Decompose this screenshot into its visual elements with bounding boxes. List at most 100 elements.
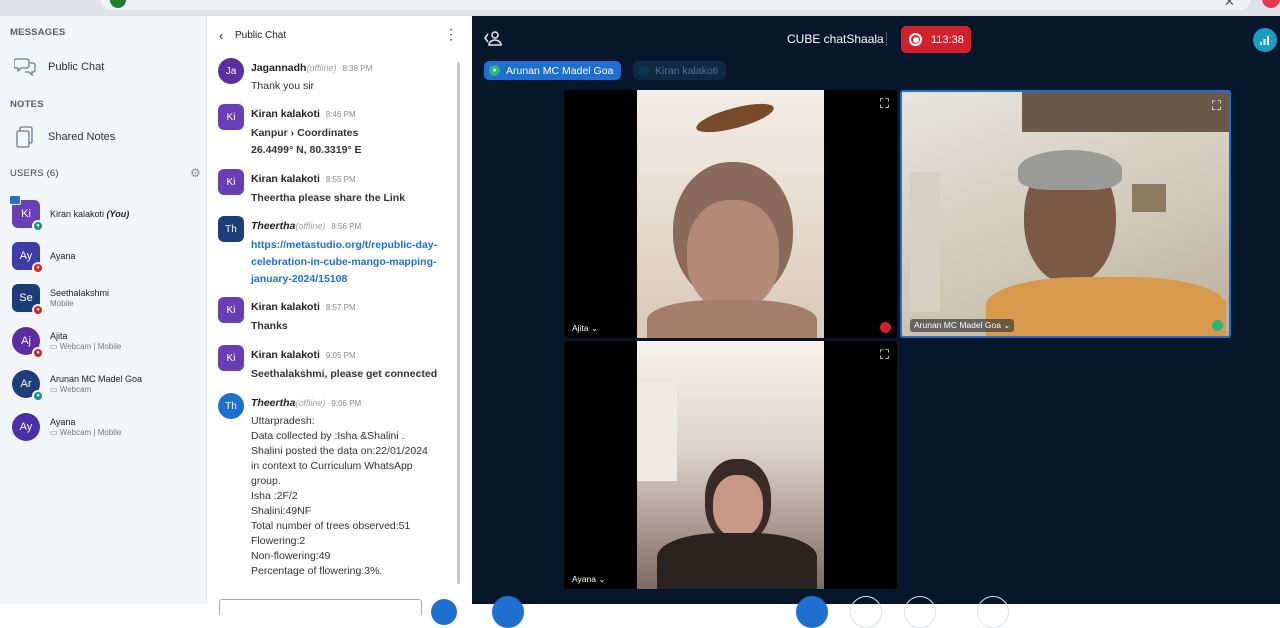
talking-indicator[interactable]: ● Arunan MC Madel Goa — [484, 61, 622, 80]
video-name-label[interactable]: Ajita ⌄ — [572, 323, 598, 334]
message-text: Thank you sir — [251, 80, 315, 92]
chat-header: ‹ Public Chat ⋮ — [207, 16, 472, 54]
video-tile[interactable]: Arunan MC Madel Goa ⌄ ⛶ — [900, 90, 1231, 338]
mic-on-icon — [1212, 320, 1223, 331]
browser-profile-icon[interactable] — [1262, 0, 1280, 8]
message-time: 9:05 PM — [325, 351, 356, 360]
chat-message: Ki Kiran kalakoti 8:46 PM Kanpur › Coordi… — [218, 104, 456, 159]
video-tile[interactable]: Ayana ⌄ ⛶ — [564, 341, 897, 589]
video-feed — [637, 90, 824, 338]
avatar: Ki — [218, 104, 244, 130]
user-status: Mobile — [50, 298, 74, 308]
message-text: Kanpur › Coordinates 26.4499° N, 80.3319… — [251, 127, 362, 156]
webcam-icon: ▭ — [50, 341, 58, 351]
connection-status-icon[interactable] — [1253, 28, 1277, 52]
recording-button[interactable]: 113:38 — [901, 26, 971, 53]
meeting-stage: CUBE chatShaala 113:38 ● Arunan MC Madel… — [472, 16, 1280, 628]
you-tag: (You) — [106, 208, 130, 219]
user-name: Seethalakshmi — [50, 287, 110, 298]
screenshare-button[interactable] — [904, 596, 936, 628]
chat-scrollbar[interactable] — [457, 62, 460, 584]
sender-name: Kiran kalakoti — [251, 108, 320, 120]
user-name: Kiran kalakoti — [50, 208, 105, 219]
chat-message-input[interactable] — [219, 599, 422, 615]
messages-header: MESSAGES — [10, 27, 66, 38]
message-time: 8:57 PM — [325, 303, 356, 312]
video-name-label[interactable]: Arunan MC Madel Goa ⌄ — [910, 319, 1015, 332]
chat-bubbles-icon — [13, 56, 36, 78]
participant-shoulders — [657, 533, 817, 589]
actions-button[interactable] — [492, 596, 524, 628]
message-time: 8:55 PM — [325, 175, 356, 184]
video-name-label[interactable]: Ayana ⌄ — [572, 574, 605, 585]
user-list-item[interactable]: Ay Ayana ▭ Webcam | Mobile — [12, 413, 121, 441]
mic-muted-icon: ● — [32, 347, 44, 359]
avatar: Aj ● — [12, 327, 44, 359]
address-bar[interactable] — [100, 0, 1250, 10]
talking-indicator[interactable]: Kiran kalakoti — [633, 61, 727, 80]
video-feed — [902, 92, 1229, 336]
leave-audio-button[interactable] — [977, 596, 1009, 628]
participant-face — [713, 475, 763, 537]
send-button[interactable] — [431, 599, 457, 625]
user-list-item[interactable]: Ay ● Ayana — [12, 242, 76, 274]
webcam-icon: ▭ — [50, 384, 58, 394]
fullscreen-icon[interactable]: ⛶ — [880, 96, 889, 112]
fullscreen-icon[interactable]: ⛶ — [1212, 98, 1221, 114]
fullscreen-icon[interactable]: ⛶ — [880, 347, 889, 363]
user-list-item[interactable]: Ki ● Kiran kalakoti (You) — [9, 195, 130, 232]
meeting-title: CUBE chatShaala — [787, 32, 884, 46]
user-status: Webcam — [59, 384, 92, 394]
sender-name: Kiran kalakoti — [251, 301, 320, 313]
webcam-button[interactable] — [850, 596, 882, 628]
chat-message: Th Theertha(offline) 9:06 PM Uttarpradesh… — [218, 393, 456, 579]
message-text: Seethalakshmi, please get connected — [251, 368, 438, 380]
video-tile[interactable]: Ajita ⌄ ⛶ — [564, 90, 897, 338]
user-name: Arunan MC Madel Goa — [50, 373, 143, 384]
sidebar-item-public-chat[interactable]: Public Chat — [13, 56, 105, 78]
user-name: Ayana — [50, 250, 76, 261]
message-text: Uttarpradesh: Data collected by :Isha &S… — [251, 415, 428, 577]
message-link[interactable]: https://metastudio.org/t/republic-day-ce… — [251, 237, 456, 288]
more-options-icon[interactable]: ⋮ — [444, 26, 458, 43]
user-list-item[interactable]: Se ● Seethalakshmi Mobile — [12, 284, 110, 316]
avatar: Ay — [12, 413, 40, 441]
message-time: 9:06 PM — [331, 399, 362, 408]
sidebar-item-shared-notes[interactable]: Shared Notes — [14, 126, 115, 148]
ceiling-fan — [693, 97, 777, 139]
microphone-button[interactable] — [796, 596, 828, 628]
users-header: USERS (6) — [10, 168, 59, 179]
ceiling — [1022, 92, 1229, 132]
mic-muted-icon: ● — [32, 304, 44, 316]
avatar: Se ● — [12, 284, 44, 316]
close-icon[interactable]: ✕ — [1224, 0, 1235, 10]
webcam-icon: ▭ — [50, 427, 58, 437]
avatar: Th — [218, 216, 244, 242]
public-chat-label: Public Chat — [48, 61, 105, 73]
chevron-left-icon[interactable]: ‹ — [219, 28, 235, 43]
sender-name: Kiran kalakoti — [251, 349, 320, 361]
user-list-item[interactable]: Aj ● Ajita ▭ Webcam | Mobile — [12, 327, 122, 359]
sender-name: Theertha(offline) — [251, 397, 326, 409]
mic-icon: ● — [489, 65, 500, 76]
user-name: Ayana — [50, 416, 76, 427]
notes-icon — [14, 126, 36, 148]
sender-name: Jagannadh(offline) — [251, 62, 337, 74]
avatar: Ki — [218, 345, 244, 371]
window — [637, 381, 677, 481]
sidebar: MESSAGES Public Chat NOTES Shared Notes … — [0, 16, 207, 604]
chat-message: Ja Jagannadh(offline) 8:38 PM Thank you s… — [218, 58, 456, 94]
user-status: Webcam | Mobile — [59, 341, 122, 351]
divider — [886, 32, 887, 46]
users-settings-gear-icon[interactable]: ⚙ — [190, 166, 201, 180]
chat-message: Th Theertha(offline) 8:56 PM https://meta… — [218, 216, 456, 288]
chat-message: Ki Kiran kalakoti 9:05 PM Seethalakshmi, … — [218, 345, 456, 383]
user-list-item[interactable]: Ar ● Arunan MC Madel Goa ▭ Webcam — [12, 370, 143, 402]
participant-hair — [1018, 150, 1122, 190]
chat-panel: ‹ Public Chat ⋮ Ja Jagannadh(offline) 8:3… — [207, 16, 472, 625]
avatar: Ki — [218, 297, 244, 323]
chat-title[interactable]: Public Chat — [235, 30, 286, 41]
message-time: 8:38 PM — [342, 64, 373, 73]
wall-picture — [1132, 184, 1166, 212]
toggle-user-list-icon[interactable] — [484, 30, 502, 49]
